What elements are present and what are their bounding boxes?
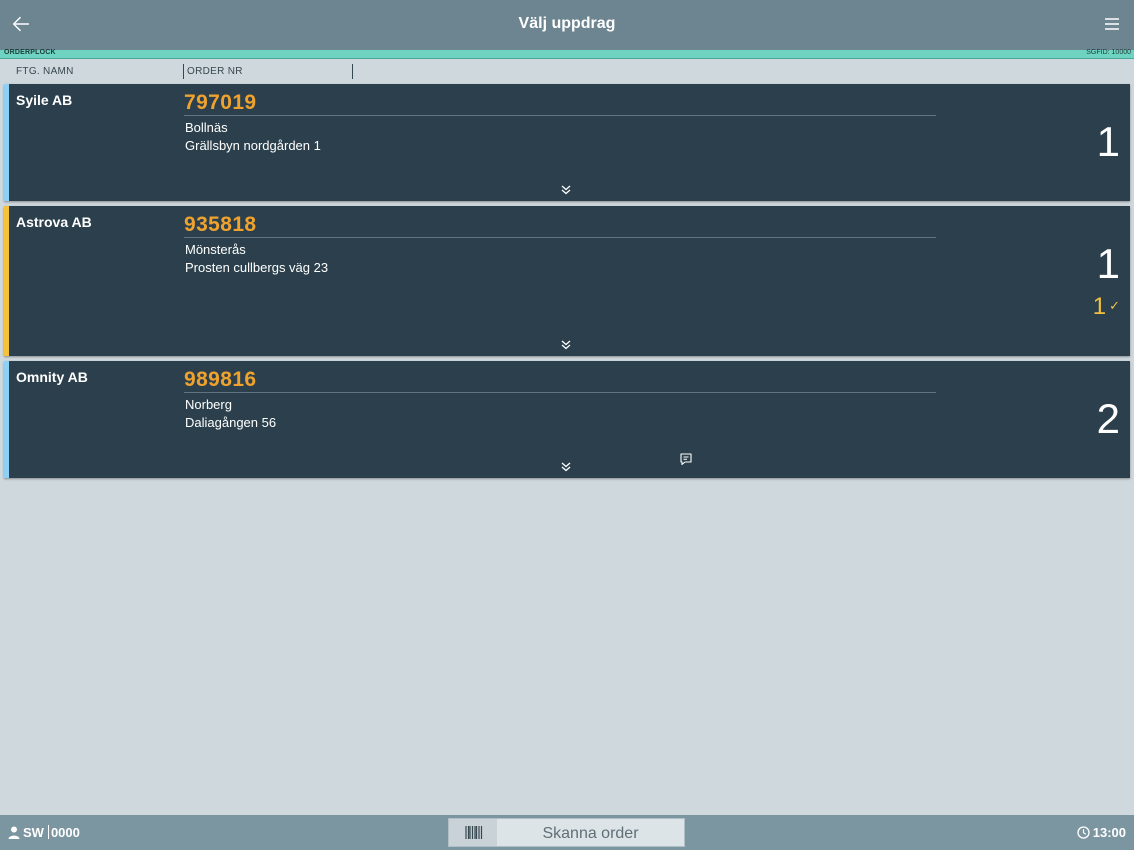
comment-icon[interactable] (679, 452, 693, 466)
delivery-street: Prosten cullbergs väg 23 (185, 260, 329, 275)
order-card[interactable]: Syile AB 797019 Bollnäs Grällsbyn nordgå… (4, 84, 1130, 201)
order-quantity: 1 (1096, 118, 1120, 165)
delivery-city: Mönsterås (185, 242, 246, 257)
user-initials: SW (23, 825, 44, 840)
barcode-button[interactable] (449, 819, 497, 846)
clock: 13:00 (1077, 825, 1126, 840)
order-quantity: 1 (1096, 240, 1120, 287)
divider (184, 392, 936, 393)
hamburger-menu-icon[interactable] (1104, 16, 1120, 32)
scan-order-label: Skanna order (542, 825, 639, 842)
column-divider (352, 64, 353, 79)
picked-quantity: 1 ✓ (1093, 293, 1120, 321)
user-info[interactable]: SW 0000 (8, 825, 80, 840)
delivery-city: Norberg (185, 397, 232, 412)
column-order-number[interactable]: ORDER NR (187, 66, 243, 77)
company-name: Omnity AB (16, 369, 88, 385)
mode-status-bar: ORDERPLOCK SGFID: 10000 (0, 49, 1134, 59)
order-status-stripe (4, 206, 9, 356)
expand-chevron-icon[interactable] (561, 462, 571, 472)
column-divider (183, 64, 184, 79)
bottom-bar: SW 0000 Skanna order 13:00 (0, 815, 1134, 850)
picked-count: 1 (1092, 293, 1107, 320)
check-icon: ✓ (1109, 298, 1120, 313)
scan-order-button[interactable]: Skanna order (448, 818, 685, 847)
order-number: 989816 (184, 368, 257, 391)
station-id-label: SGFID: 10000 (1086, 49, 1131, 56)
user-icon (8, 826, 20, 839)
page-title: Välj uppdrag (518, 15, 616, 32)
divider (184, 237, 936, 238)
mode-label: ORDERPLOCK (4, 49, 56, 56)
expand-chevron-icon[interactable] (561, 185, 571, 195)
order-status-stripe (4, 84, 9, 201)
column-company-name[interactable]: FTG. NAMN (16, 66, 74, 77)
order-card[interactable]: Omnity AB 989816 Norberg Daliagången 56 … (4, 361, 1130, 478)
order-status-stripe (4, 361, 9, 478)
clock-icon (1077, 826, 1090, 839)
delivery-street: Grällsbyn nordgården 1 (185, 138, 321, 153)
delivery-street: Daliagången 56 (185, 415, 277, 430)
expand-chevron-icon[interactable] (561, 340, 571, 350)
top-app-bar: Välj uppdrag (0, 0, 1134, 50)
order-number: 797019 (184, 91, 257, 114)
order-quantity: 2 (1096, 395, 1120, 442)
barcode-icon (465, 826, 483, 839)
order-number: 935818 (184, 213, 257, 236)
divider (184, 115, 936, 116)
delivery-city: Bollnäs (185, 120, 228, 135)
column-header: FTG. NAMN ORDER NR (0, 62, 1134, 80)
company-name: Syile AB (16, 92, 73, 108)
divider (47, 825, 49, 839)
order-card[interactable]: Astrova AB 935818 Mönsterås Prosten cull… (4, 206, 1130, 356)
user-id: 0000 (50, 825, 80, 840)
time-label: 13:00 (1092, 825, 1126, 840)
company-name: Astrova AB (16, 214, 92, 230)
